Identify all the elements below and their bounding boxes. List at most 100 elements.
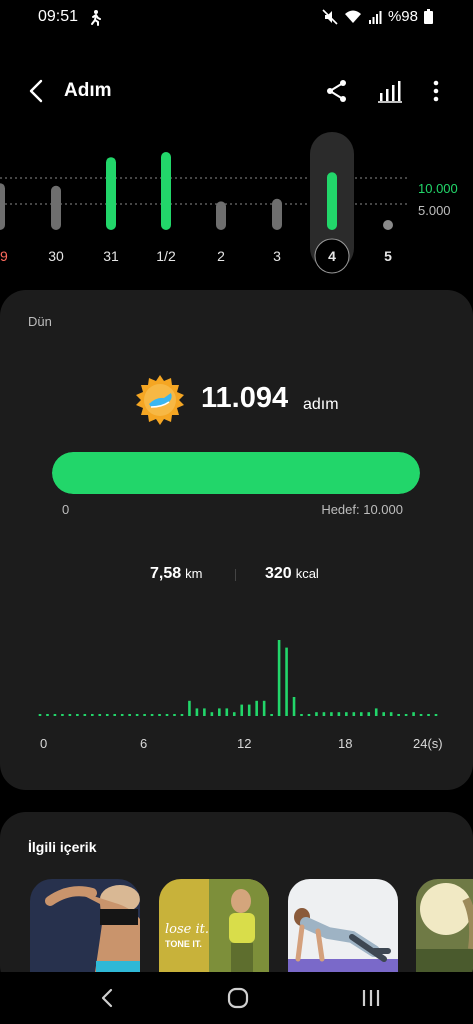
hourly-bar xyxy=(188,700,191,716)
hourly-bar xyxy=(225,708,229,716)
day-bar-4[interactable] xyxy=(327,172,337,230)
weekly-steps-chart[interactable]: 29 30 31 1/2 2 3 4 5 10.000 5.000 xyxy=(0,130,473,280)
goal-achieved-badge-icon xyxy=(136,375,184,425)
fitness-photo-icon xyxy=(30,879,140,979)
day-bar-3[interactable] xyxy=(272,198,282,230)
progress-min-label: 0 xyxy=(62,502,70,517)
goal-label: Hedef: 10.000 xyxy=(321,502,403,517)
goal-progress-fill xyxy=(52,452,420,494)
day-label-29[interactable]: 29 xyxy=(0,248,8,264)
back-arrow-icon[interactable] xyxy=(22,76,52,106)
hourly-bar xyxy=(98,714,102,716)
hourly-bar xyxy=(68,714,72,716)
outdoor-photo-icon xyxy=(416,879,473,979)
hourly-bar xyxy=(240,704,244,716)
day-bar-2[interactable] xyxy=(216,201,226,230)
hour-label-24: 24(s) xyxy=(413,736,443,751)
hour-label-12: 12 xyxy=(237,736,252,751)
hourly-bar xyxy=(367,712,371,716)
workout-photo-icon xyxy=(288,879,398,979)
related-thumb-2[interactable]: lose it. TONE IT. xyxy=(159,879,269,979)
hourly-bar xyxy=(359,712,363,716)
day-label-5[interactable]: 5 xyxy=(384,248,392,264)
hourly-bar xyxy=(434,714,438,716)
share-icon[interactable] xyxy=(324,78,350,104)
distance-value: 7,58 xyxy=(150,565,182,582)
nav-home-icon[interactable] xyxy=(226,986,250,1010)
hourly-bar xyxy=(218,708,221,716)
steps-value: 11.094 xyxy=(201,382,289,414)
hourly-bar xyxy=(158,714,161,716)
goal-progress-bar xyxy=(52,452,420,494)
weekly-steps-svg[interactable]: 29 30 31 1/2 2 3 4 5 xyxy=(0,130,473,280)
day-label-2[interactable]: 2 xyxy=(217,248,225,264)
day-bar-29[interactable] xyxy=(0,183,5,230)
bar-chart-icon[interactable] xyxy=(377,78,403,104)
hourly-bar xyxy=(173,714,176,716)
day-bar-31[interactable] xyxy=(106,157,116,230)
hourly-bar xyxy=(382,712,385,716)
hourly-bar xyxy=(262,700,266,716)
hourly-bar xyxy=(120,714,124,716)
hourly-bar xyxy=(352,712,356,716)
reference-line-label-5000: 5.000 xyxy=(418,203,451,218)
signal-icon xyxy=(368,10,382,24)
hourly-bar xyxy=(83,714,87,716)
hourly-bar xyxy=(277,640,281,716)
wifi-icon xyxy=(344,10,361,23)
status-time: 09:51 xyxy=(38,8,79,25)
hourly-bar xyxy=(247,704,251,716)
hourly-bar xyxy=(270,714,273,716)
related-thumb-1[interactable] xyxy=(30,879,140,979)
related-content-title: İlgili içerik xyxy=(28,839,97,855)
hourly-bar xyxy=(419,714,423,716)
app-bar: Adım xyxy=(0,66,473,116)
hourly-bar xyxy=(255,700,258,716)
hour-label-0: 0 xyxy=(40,736,48,751)
calories-value: 320 xyxy=(265,565,292,582)
day-bar-1-2[interactable] xyxy=(161,152,171,230)
hourly-bar xyxy=(389,712,393,716)
day-bar-empty-5[interactable] xyxy=(383,220,393,230)
more-vert-icon[interactable] xyxy=(425,78,447,104)
status-bar: 09:51 %98 xyxy=(0,0,473,36)
day-label-4[interactable]: 4 xyxy=(328,248,336,264)
status-icons: %98 xyxy=(322,8,433,25)
related-content-card: İlgili içerik lose it. TONE IT. xyxy=(0,812,473,992)
hourly-bar xyxy=(300,714,303,716)
distance-unit: km xyxy=(185,566,203,581)
hourly-bar xyxy=(150,714,154,716)
hourly-bar xyxy=(210,712,214,716)
related-thumb-4[interactable] xyxy=(416,879,473,979)
hourly-bar xyxy=(128,714,131,716)
nav-recents-icon[interactable] xyxy=(358,986,384,1010)
hourly-bar xyxy=(113,714,117,716)
nav-back-icon[interactable] xyxy=(96,986,118,1010)
hourly-bar xyxy=(345,712,348,716)
daily-summary-card: Dün 11.094 adım 0 Hedef: 10.000 7,58 km 3… xyxy=(0,290,473,790)
hourly-bar xyxy=(374,708,378,716)
thumb-text-tone-it: TONE IT. xyxy=(165,939,202,949)
calories-stat: 320 kcal xyxy=(265,565,319,583)
day-label-30[interactable]: 30 xyxy=(48,248,64,264)
day-label-1-2[interactable]: 1/2 xyxy=(156,248,176,264)
day-label-3[interactable]: 3 xyxy=(273,248,281,264)
walking-figure-icon xyxy=(91,10,101,26)
hourly-bar xyxy=(292,697,296,716)
hourly-bar xyxy=(412,712,415,716)
hourly-bar xyxy=(76,714,79,716)
system-nav-bar xyxy=(0,972,473,1024)
hourly-bar xyxy=(105,714,109,716)
day-label-31[interactable]: 31 xyxy=(103,248,119,264)
hourly-bar xyxy=(330,712,333,716)
mute-icon xyxy=(322,8,338,25)
hourly-bar xyxy=(135,714,139,716)
hourly-bar xyxy=(165,714,169,716)
hourly-bar xyxy=(315,712,318,716)
day-bar-30[interactable] xyxy=(51,185,61,230)
related-thumb-3[interactable] xyxy=(288,879,398,979)
hourly-bar xyxy=(46,714,49,716)
hour-label-6: 6 xyxy=(140,736,148,751)
hour-label-18: 18 xyxy=(338,736,353,751)
tone-it-poster-icon: lose it. TONE IT. xyxy=(159,879,269,979)
